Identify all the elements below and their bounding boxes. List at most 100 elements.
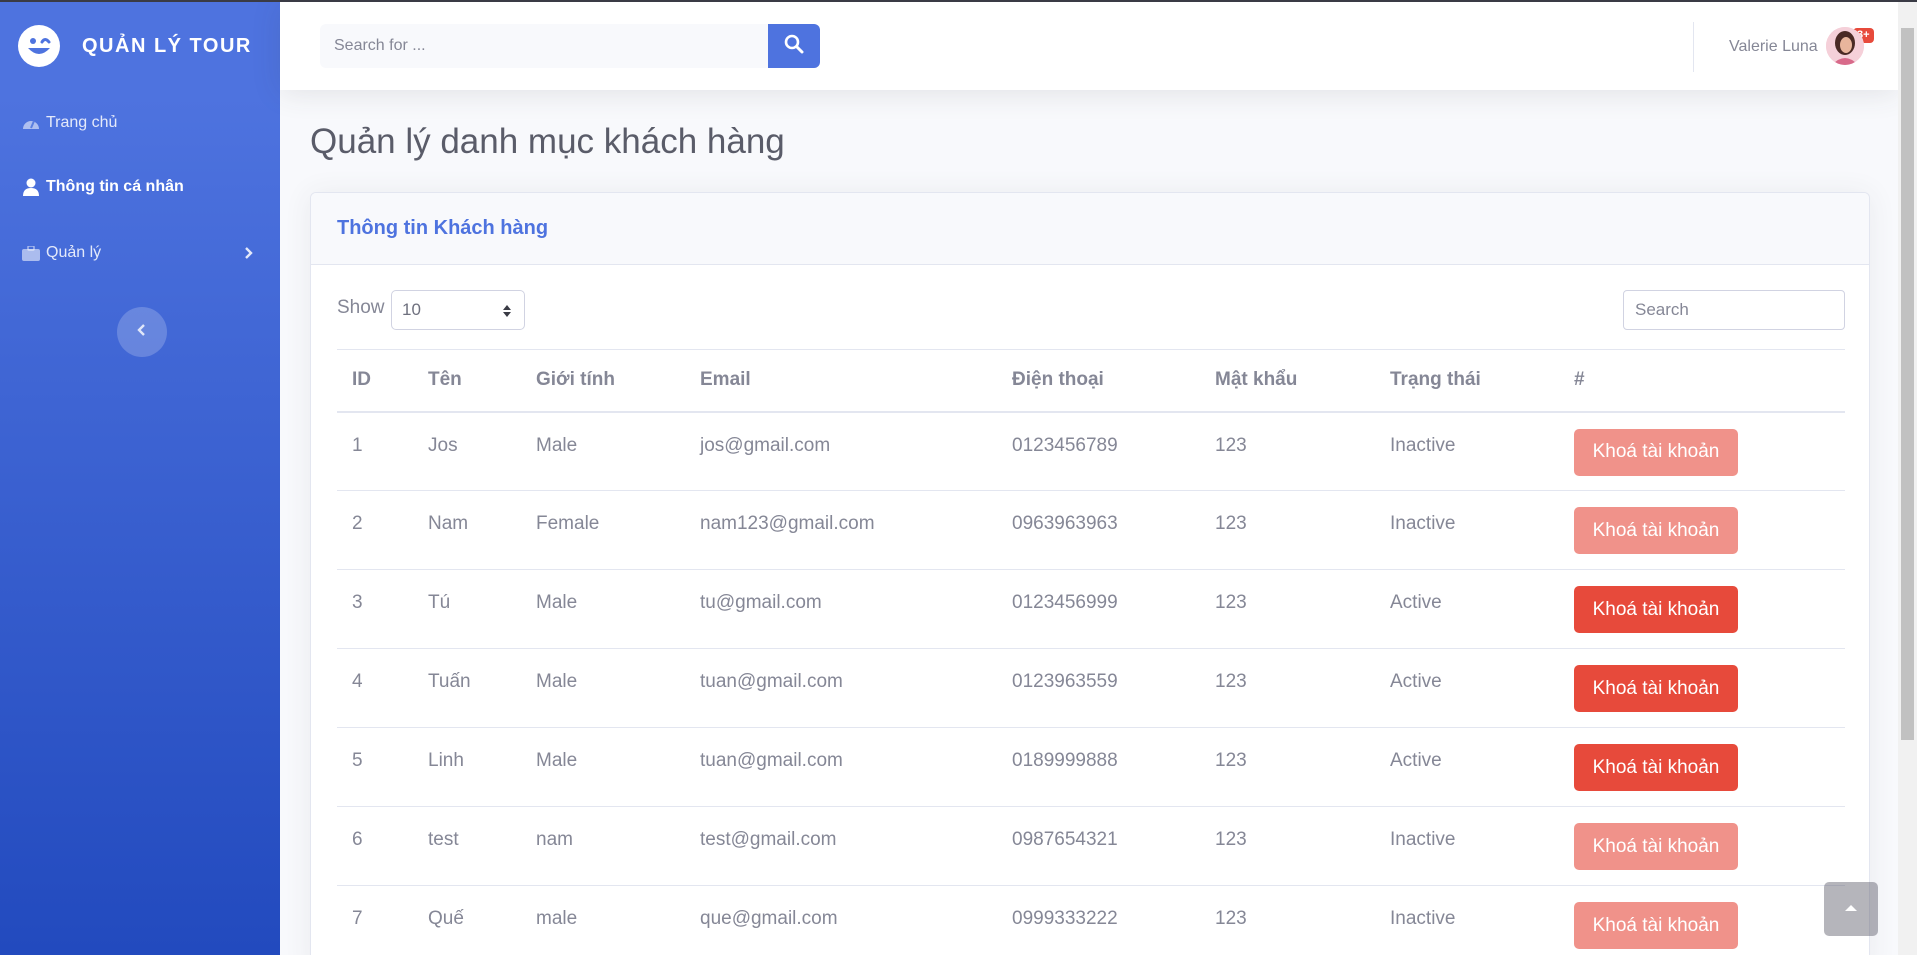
- topbar-search: [320, 24, 768, 68]
- column-header-id[interactable]: ID: [337, 349, 413, 413]
- cell-password: 123: [1200, 806, 1375, 886]
- cell-password: 123: [1200, 490, 1375, 570]
- cell-status: Active: [1375, 727, 1559, 807]
- table-row: 3 Tú Male tu@gmail.com 0123456999 123 Active Kh…: [337, 569, 1845, 649]
- show-entries-label: Show: [337, 297, 385, 318]
- chevron-up-icon: [1844, 900, 1858, 918]
- column-header-action[interactable]: #: [1559, 349, 1845, 413]
- cell-password: 123: [1200, 648, 1375, 728]
- customer-table: ID Tên Giới tính Email Điện thoại Mật kh…: [337, 349, 1845, 955]
- cell-email: nam123@gmail.com: [685, 490, 997, 570]
- scroll-to-top-button[interactable]: [1824, 882, 1878, 936]
- table-row: 1 Jos Male jos@gmail.com 0123456789 123 Inacti…: [337, 411, 1845, 491]
- cell-gender: nam: [521, 806, 685, 886]
- table-row: 4 Tuấn Male tuan@gmail.com 0123963559 123 Acti…: [337, 648, 1845, 728]
- page-title: Quản lý danh mục khách hàng: [310, 122, 785, 161]
- chevron-left-icon: [136, 323, 148, 342]
- cell-action: Khoá tài khoản: [1559, 885, 1845, 955]
- sidebar-item-home[interactable]: Trang chủ: [22, 114, 117, 132]
- cell-email: test@gmail.com: [685, 806, 997, 886]
- cell-password: 123: [1200, 727, 1375, 807]
- cell-action: Khoá tài khoản: [1559, 648, 1845, 728]
- lock-account-button[interactable]: Khoá tài khoản: [1574, 744, 1738, 791]
- column-header-gender[interactable]: Giới tính: [521, 349, 685, 413]
- laugh-wink-icon: [18, 25, 60, 67]
- cell-id: 3: [337, 569, 413, 649]
- cell-id: 4: [337, 648, 413, 728]
- cell-status: Inactive: [1375, 806, 1559, 886]
- search-input[interactable]: [334, 37, 768, 55]
- card-title: Thông tin Khách hàng: [311, 193, 1869, 265]
- tachometer-icon: [22, 114, 40, 132]
- table-row: 6 test nam test@gmail.com 0987654321 123 Inact…: [337, 806, 1845, 886]
- window-top-border: [0, 0, 1917, 2]
- cell-action: Khoá tài khoản: [1559, 806, 1845, 886]
- cell-id: 7: [337, 885, 413, 955]
- column-header-name[interactable]: Tên: [413, 349, 521, 413]
- sidebar-item-profile[interactable]: Thông tin cá nhân: [22, 178, 184, 196]
- user-name[interactable]: Valerie Luna: [1729, 38, 1818, 56]
- scrollbar-thumb[interactable]: [1901, 28, 1914, 740]
- cell-phone: 0123456789: [997, 411, 1200, 491]
- chevron-right-icon: [244, 246, 254, 265]
- cell-gender: Male: [521, 411, 685, 491]
- cell-name: Linh: [413, 727, 521, 807]
- cell-gender: Male: [521, 648, 685, 728]
- cell-name: Tú: [413, 569, 521, 649]
- lock-account-button[interactable]: Khoá tài khoản: [1574, 823, 1738, 870]
- table-row: 5 Linh Male tuan@gmail.com 0189999888 123 Acti…: [337, 727, 1845, 807]
- cell-gender: Female: [521, 490, 685, 570]
- cell-status: Active: [1375, 648, 1559, 728]
- customer-card: Thông tin Khách hàng Show 10 ID Tên Giới…: [310, 192, 1870, 955]
- cell-phone: 0123456999: [997, 569, 1200, 649]
- cell-id: 2: [337, 490, 413, 570]
- sidebar-item-label: Trang chủ: [46, 114, 118, 131]
- column-header-phone[interactable]: Điện thoại: [997, 349, 1200, 413]
- user-icon: [22, 178, 40, 196]
- cell-phone: 0189999888: [997, 727, 1200, 807]
- sidebar: QUẢN LÝ TOUR Trang chủ Thông tin cá nhân…: [0, 0, 280, 955]
- cell-name: Quế: [413, 885, 521, 955]
- table-row: 7 Quế male que@gmail.com 0999333222 123 Inacti…: [337, 885, 1845, 955]
- cell-id: 6: [337, 806, 413, 886]
- column-header-password[interactable]: Mật khẩu: [1200, 349, 1375, 413]
- sort-arrows-icon: [502, 303, 512, 323]
- cell-email: que@gmail.com: [685, 885, 997, 955]
- topbar: 3+ 7 Valerie Luna: [280, 2, 1917, 90]
- cell-phone: 0987654321: [997, 806, 1200, 886]
- cell-gender: Male: [521, 727, 685, 807]
- cell-status: Active: [1375, 569, 1559, 649]
- search-button[interactable]: [768, 24, 820, 68]
- show-entries-select[interactable]: 10: [391, 290, 525, 330]
- cell-email: jos@gmail.com: [685, 411, 997, 491]
- column-header-status[interactable]: Trạng thái: [1375, 349, 1559, 413]
- lock-account-button[interactable]: Khoá tài khoản: [1574, 902, 1738, 949]
- sidebar-toggle-button[interactable]: [117, 307, 167, 357]
- cell-action: Khoá tài khoản: [1559, 569, 1845, 649]
- cell-name: Jos: [413, 411, 521, 491]
- table-body: 1 Jos Male jos@gmail.com 0123456789 123 Inacti…: [337, 411, 1845, 955]
- table-search-input[interactable]: [1635, 300, 1844, 320]
- table-search: [1623, 290, 1845, 330]
- cell-status: Inactive: [1375, 411, 1559, 491]
- briefcase-icon: [22, 244, 40, 262]
- table-header-row: ID Tên Giới tính Email Điện thoại Mật kh…: [337, 349, 1845, 413]
- cell-name: Nam: [413, 490, 521, 570]
- sidebar-item-manage[interactable]: Quản lý: [22, 244, 253, 262]
- lock-account-button[interactable]: Khoá tài khoản: [1574, 507, 1738, 554]
- cell-email: tuan@gmail.com: [685, 727, 997, 807]
- sidebar-brand[interactable]: QUẢN LÝ TOUR: [0, 0, 280, 92]
- lock-account-button[interactable]: Khoá tài khoản: [1574, 586, 1738, 633]
- sidebar-item-label: Thông tin cá nhân: [46, 178, 184, 195]
- cell-gender: male: [521, 885, 685, 955]
- lock-account-button[interactable]: Khoá tài khoản: [1574, 665, 1738, 712]
- column-header-email[interactable]: Email: [685, 349, 997, 413]
- topbar-divider: [1693, 22, 1694, 72]
- lock-account-button[interactable]: Khoá tài khoản: [1574, 428, 1738, 476]
- cell-status: Inactive: [1375, 885, 1559, 955]
- cell-email: tu@gmail.com: [685, 569, 997, 649]
- avatar[interactable]: [1826, 27, 1864, 65]
- cell-phone: 0963963963: [997, 490, 1200, 570]
- cell-id: 1: [337, 411, 413, 491]
- cell-password: 123: [1200, 885, 1375, 955]
